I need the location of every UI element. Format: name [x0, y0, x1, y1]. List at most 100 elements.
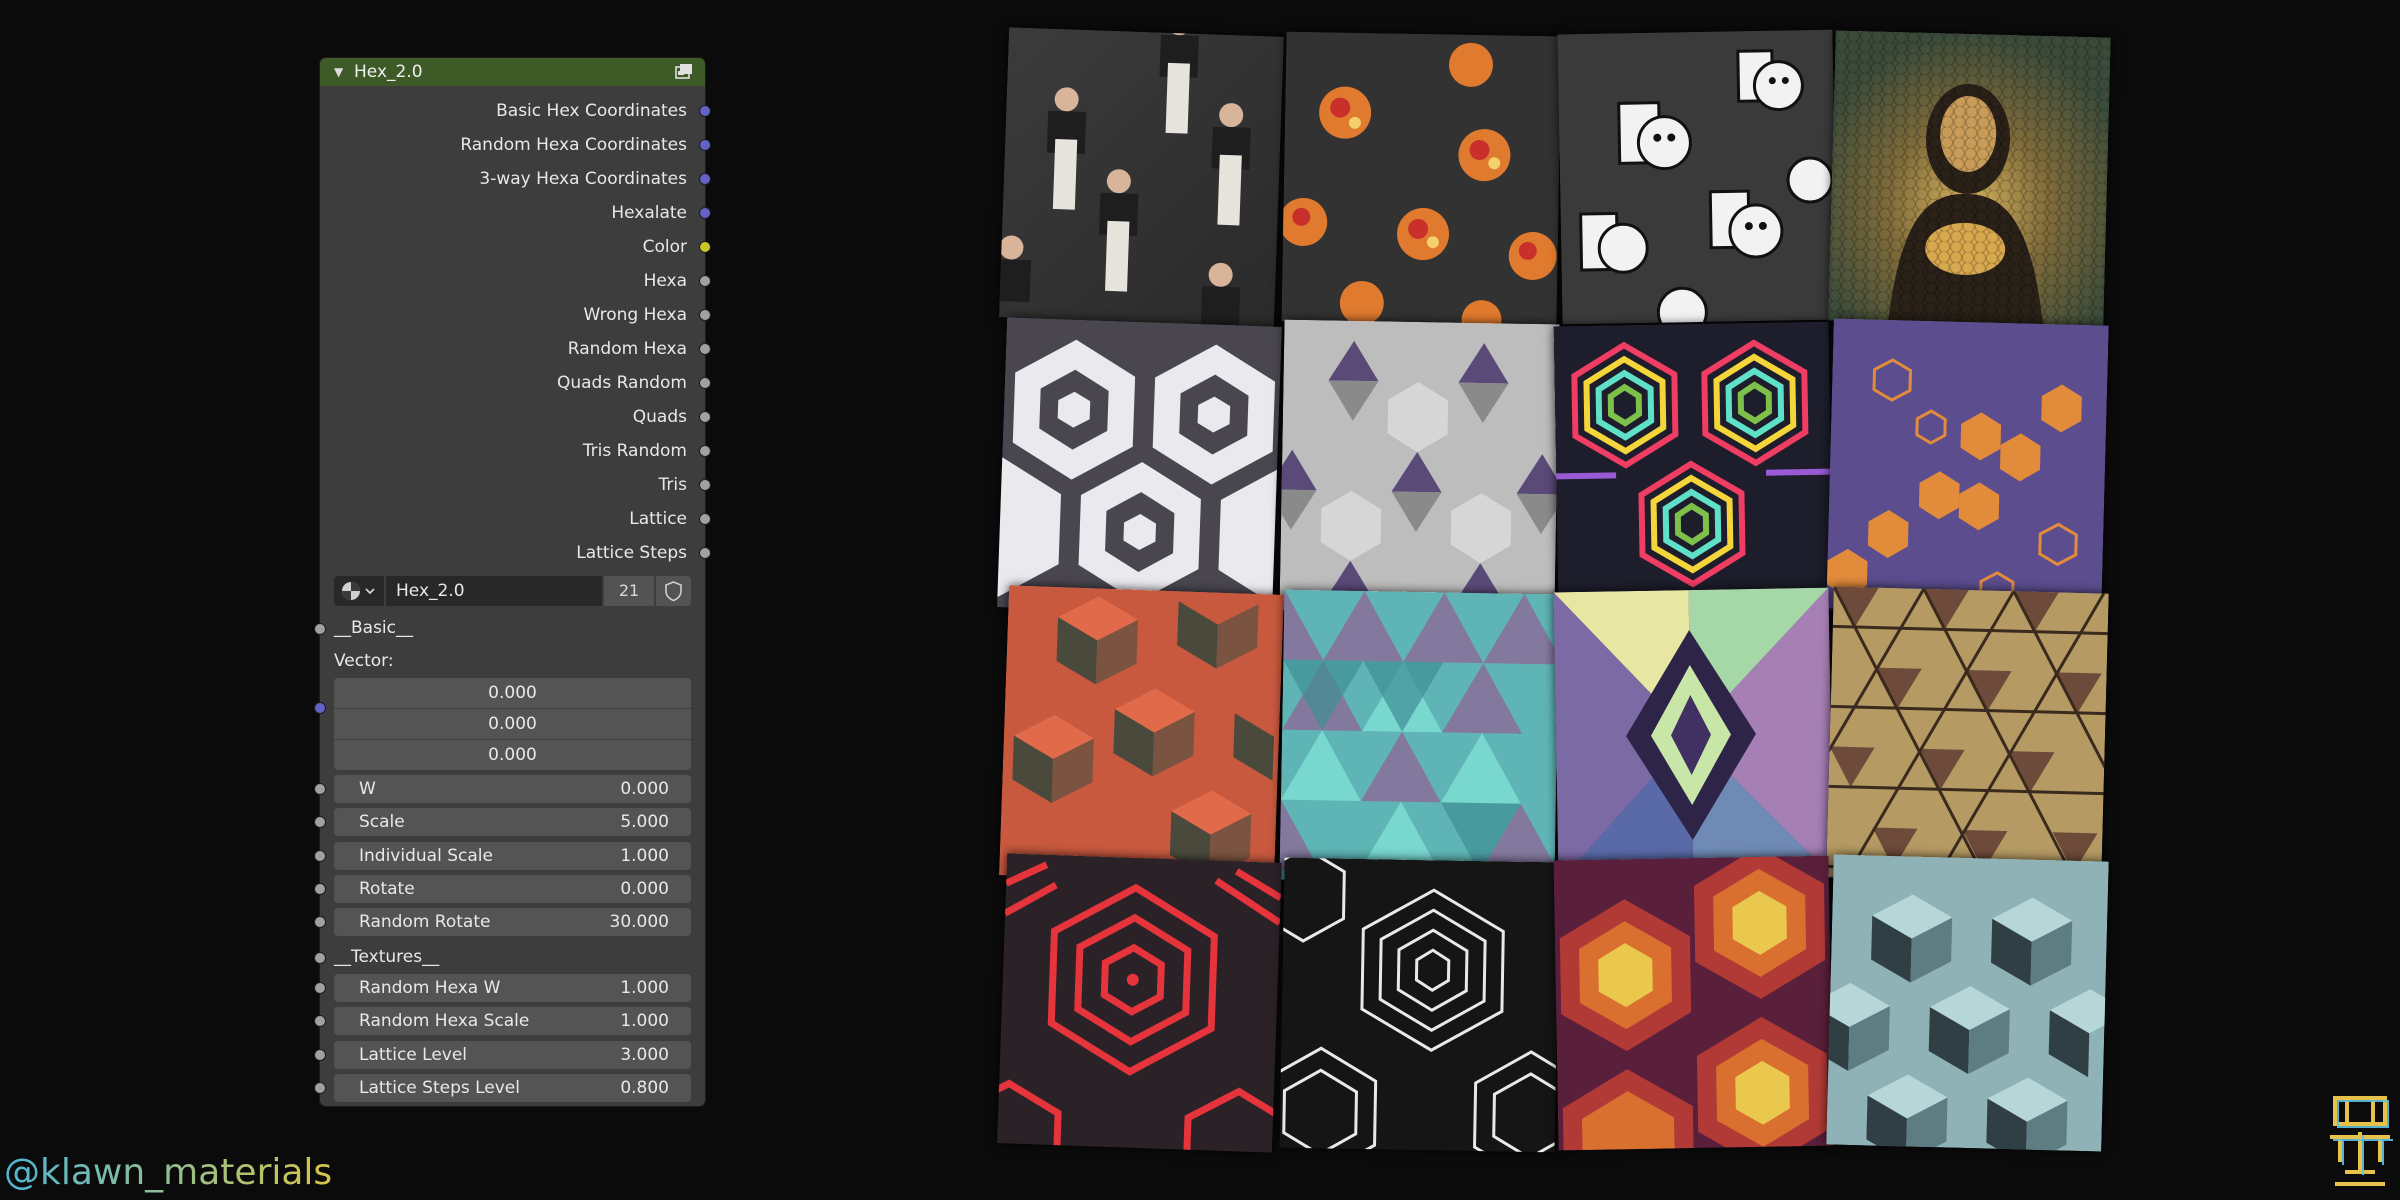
hex-rings-icon: [997, 317, 1282, 617]
hex-rings-white-tile: [997, 317, 1282, 617]
input-socket[interactable]: [314, 783, 326, 795]
output-socket[interactable]: [699, 411, 711, 423]
input-field-value: 5.000: [620, 812, 669, 832]
output-label: Random Hexa Coordinates: [460, 135, 687, 155]
output-label: Basic Hex Coordinates: [496, 101, 687, 121]
tan-lattice-tile: [1826, 586, 2109, 884]
input-socket[interactable]: [314, 982, 326, 994]
input-socket[interactable]: [314, 1049, 326, 1061]
watermark-handle: @klawn_materials: [4, 1152, 333, 1193]
basic-input-socket[interactable]: [314, 623, 326, 635]
output-socket[interactable]: [699, 479, 711, 491]
vector-label: Vector:: [334, 651, 394, 671]
rainbow-hex-lines-tile: [1553, 321, 1834, 617]
input-socket[interactable]: [314, 816, 326, 828]
fake-user-shield-button[interactable]: [656, 576, 691, 606]
input-socket[interactable]: [314, 883, 326, 895]
output-socket[interactable]: [699, 105, 711, 117]
hex-blobs-icon: [1826, 318, 2109, 616]
node-group-selector[interactable]: Hex_2.0 21: [334, 576, 691, 606]
input-field-value: 0.000: [620, 779, 669, 799]
input-field-label: Lattice Steps Level: [359, 1078, 520, 1098]
input-value-field[interactable]: Lattice Steps Level 0.800: [334, 1074, 691, 1102]
vector-input-socket[interactable]: [314, 702, 326, 714]
output-socket[interactable]: [699, 377, 711, 389]
input-socket[interactable]: [314, 1082, 326, 1094]
output-socket[interactable]: [699, 275, 711, 287]
input-field-value: 0.800: [620, 1078, 669, 1098]
node-group-icon[interactable]: [675, 63, 693, 79]
output-label: Hexa: [643, 271, 687, 291]
food-pattern-icon: [1281, 31, 1562, 327]
output-socket[interactable]: [699, 445, 711, 457]
input-field-label: Individual Scale: [359, 846, 493, 866]
input-value-field[interactable]: Random Rotate 30.000: [334, 908, 691, 936]
red-cube-tile: [999, 585, 1284, 885]
output-socket[interactable]: [699, 547, 711, 559]
input-value-field[interactable]: Random Hexa W 1.000: [334, 974, 691, 1002]
pyramids-icon: [1553, 587, 1834, 883]
concentric-hex-icon: [1279, 857, 1560, 1153]
cartoon-face-tile: [1557, 29, 1838, 325]
input-value-field[interactable]: W 0.000: [334, 775, 691, 803]
input-socket[interactable]: [314, 916, 326, 928]
pixelated-portrait-tile: [1828, 30, 2111, 328]
node-tree-icon: [342, 582, 375, 600]
output-socket[interactable]: [699, 241, 711, 253]
output-label: Lattice: [629, 509, 687, 529]
input-field-label: Random Rotate: [359, 912, 491, 932]
node-title: Hex_2.0: [354, 62, 423, 82]
cubes-icon: [1826, 854, 2109, 1152]
hexagram-icon: [1279, 319, 1560, 615]
input-field-value: 1.000: [620, 978, 669, 998]
input-value-field[interactable]: Lattice Level 3.000: [334, 1041, 691, 1069]
input-socket[interactable]: [314, 850, 326, 862]
red-concentric-hex-tile: [997, 853, 1282, 1153]
input-field-label: Random Hexa Scale: [359, 1011, 530, 1031]
input-field-value: 3.000: [620, 1045, 669, 1065]
collapse-triangle-icon[interactable]: ▼: [334, 65, 343, 79]
teal-triangles-tile: [1279, 589, 1560, 885]
basic-section-label: __Basic__: [334, 618, 414, 638]
output-label: Lattice Steps: [576, 543, 687, 563]
input-value-field[interactable]: Random Hexa Scale 1.000: [334, 1007, 691, 1035]
shield-icon: [665, 581, 682, 602]
output-socket[interactable]: [699, 343, 711, 355]
hex-mosaic-icon: [1828, 30, 2111, 328]
input-field-value: 30.000: [609, 912, 669, 932]
textures-input-socket[interactable]: [314, 952, 326, 964]
white-concentric-hex-tile: [1279, 857, 1560, 1153]
klawn-logo-icon: [2330, 1096, 2393, 1186]
star-of-david-grey-tile: [1279, 319, 1560, 615]
output-label: Tris Random: [582, 441, 687, 461]
vector-x-field[interactable]: 0.000: [334, 678, 691, 708]
face-pattern-icon: [1557, 29, 1838, 325]
purple-pyramids-tile: [1553, 587, 1834, 883]
vector-y-field[interactable]: 0.000: [334, 709, 691, 739]
output-label: Random Hexa: [567, 339, 687, 359]
hex-steps-icon: [1553, 855, 1834, 1151]
fire-hex-steps-tile: [1553, 855, 1834, 1151]
input-value-field[interactable]: Scale 5.000: [334, 808, 691, 836]
output-socket[interactable]: [699, 309, 711, 321]
output-socket[interactable]: [699, 139, 711, 151]
output-socket[interactable]: [699, 207, 711, 219]
vector-z-field[interactable]: 0.000: [334, 740, 691, 770]
input-socket[interactable]: [314, 1015, 326, 1027]
browse-group-button[interactable]: [334, 576, 384, 606]
hex-node-panel[interactable]: ▼ Hex_2.0 Basic Hex Coordinates Random He…: [314, 58, 711, 1106]
input-field-label: Scale: [359, 812, 405, 832]
input-value-field[interactable]: Individual Scale 1.000: [334, 842, 691, 870]
output-socket[interactable]: [699, 513, 711, 525]
photo-cutout-tile: [999, 27, 1284, 327]
node-header[interactable]: ▼ Hex_2.0: [320, 58, 705, 86]
output-socket[interactable]: [699, 173, 711, 185]
orange-hex-blobs-tile: [1826, 318, 2109, 616]
user-count-button[interactable]: 21: [604, 576, 654, 606]
concentric-hex-icon: [997, 853, 1282, 1153]
person-pattern-icon: [999, 27, 1284, 327]
input-value-field[interactable]: Rotate 0.000: [334, 875, 691, 903]
triangles-icon: [1279, 589, 1560, 885]
group-name-field[interactable]: Hex_2.0: [386, 576, 602, 606]
input-field-label: Random Hexa W: [359, 978, 501, 998]
